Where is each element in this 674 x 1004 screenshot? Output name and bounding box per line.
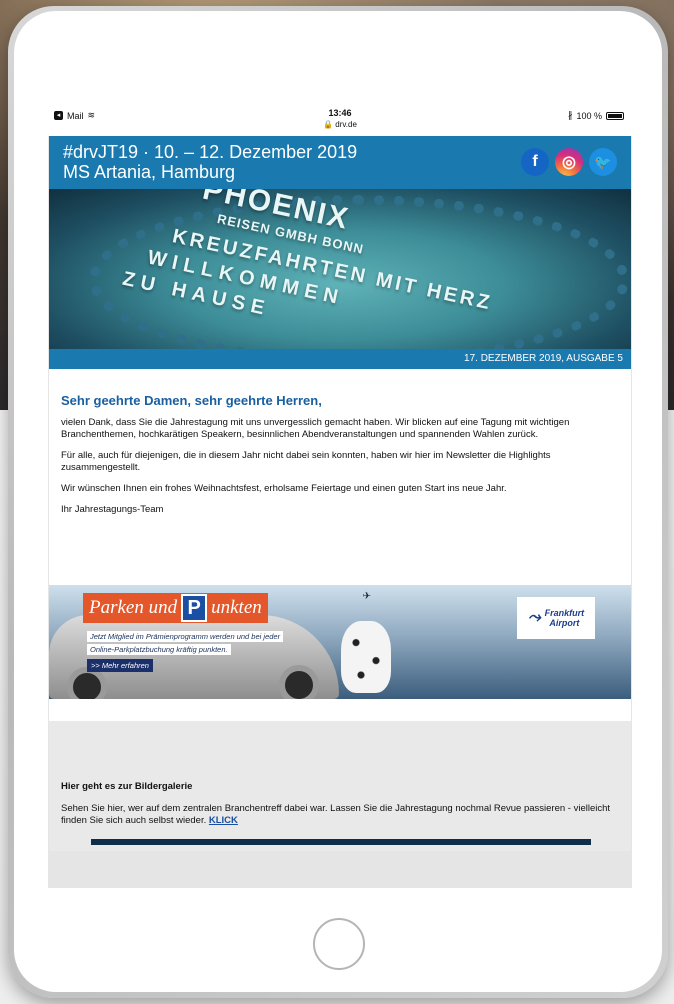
newsletter-header: #drvJT19 · 10. – 12. Dezember 2019 MS Ar… bbox=[49, 136, 631, 189]
gallery-text: Sehen Sie hier, wer auf dem zentralen Br… bbox=[61, 803, 611, 826]
issue-date-bar: 17. DEZEMBER 2019, AUSGABE 5 bbox=[49, 349, 631, 369]
gallery-text-block: Sehen Sie hier, wer auf dem zentralen Br… bbox=[61, 803, 619, 827]
logo-line-2: Airport bbox=[549, 618, 580, 628]
url-text: drv.de bbox=[335, 120, 357, 129]
ad-title-part1: Parken und bbox=[89, 597, 178, 618]
logo-line-1: Frankfurt bbox=[544, 608, 585, 618]
hero-image-cake: PHOENIX REISEN GMBH BONN KREUZFAHRTEN MI… bbox=[49, 189, 631, 349]
url-label[interactable]: 🔒 drv.de bbox=[48, 119, 632, 130]
letter-paragraph-3: Wir wünschen Ihnen ein frohes Weihnachts… bbox=[61, 483, 507, 494]
status-center: 13:46 🔒 drv.de bbox=[48, 108, 632, 130]
status-time: 13:46 bbox=[328, 108, 352, 118]
ad-title: Parken und P unkten bbox=[83, 593, 268, 623]
car-image bbox=[49, 615, 339, 699]
event-title-line2: MS Artania, Hamburg bbox=[63, 162, 236, 182]
social-links: f ◎ 🐦 bbox=[521, 148, 617, 176]
ad-subline-1: Jetzt Mitglied im Prämienprogramm werden… bbox=[87, 631, 284, 642]
parken-ad-banner[interactable]: ✈ Parken und P unkten Jetzt Mitglied im … bbox=[49, 585, 631, 699]
gallery-section: Hier geht es zur Bildergalerie Sehen Sie… bbox=[49, 721, 631, 851]
lock-icon: 🔒 bbox=[323, 120, 334, 129]
letter-paragraph-2: Für alle, auch für diejenigen, die in di… bbox=[61, 450, 551, 473]
frankfurt-airport-logo: ⤳ Frankfurt Airport bbox=[517, 597, 595, 639]
airport-wing-icon: ⤳ bbox=[527, 609, 541, 626]
ad-more-link[interactable]: >> Mehr erfahren bbox=[87, 659, 153, 672]
airplane-icon: ✈ bbox=[362, 591, 371, 602]
gallery-heading: Hier geht es zur Bildergalerie bbox=[61, 781, 193, 792]
tablet-screen: ◂ Mail ≋ 13:46 🔒 drv.de ∦ 100 % #drvJT19… bbox=[48, 106, 632, 888]
dalmatian-image bbox=[341, 621, 391, 693]
instagram-icon[interactable]: ◎ bbox=[555, 148, 583, 176]
gallery-image-preview[interactable] bbox=[91, 839, 591, 845]
event-title-line1: #drvJT19 · 10. – 12. Dezember 2019 bbox=[63, 142, 358, 162]
facebook-icon[interactable]: f bbox=[521, 148, 549, 176]
home-button[interactable] bbox=[313, 918, 365, 970]
letter-greeting: Sehr geehrte Damen, sehr geehrte Herren, bbox=[61, 393, 322, 408]
letter-signature: Ihr Jahrestagungs-Team bbox=[61, 504, 164, 515]
car-wheel bbox=[279, 665, 319, 699]
letter-paragraph-1: vielen Dank, dass Sie die Jahrestagung m… bbox=[61, 417, 570, 440]
spacer bbox=[49, 699, 631, 721]
twitter-icon[interactable]: 🐦 bbox=[589, 148, 617, 176]
event-title: #drvJT19 · 10. – 12. Dezember 2019 MS Ar… bbox=[63, 142, 357, 182]
battery-icon bbox=[606, 111, 624, 120]
status-bar: ◂ Mail ≋ 13:46 🔒 drv.de ∦ 100 % bbox=[48, 106, 632, 136]
newsletter-content: #drvJT19 · 10. – 12. Dezember 2019 MS Ar… bbox=[49, 136, 631, 851]
gallery-link[interactable]: KLICK bbox=[209, 815, 238, 826]
status-right: ∦ 100 % bbox=[568, 110, 624, 121]
letter-body: Sehr geehrte Damen, sehr geehrte Herren,… bbox=[49, 369, 631, 545]
ad-subline-2: Online-Parkplatzbuchung kräftig punkten. bbox=[87, 644, 231, 655]
bluetooth-icon: ∦ bbox=[567, 110, 573, 120]
battery-percent: 100 % bbox=[576, 110, 602, 121]
ad-title-part2: unkten bbox=[211, 597, 262, 618]
parking-p-icon: P bbox=[181, 594, 208, 622]
